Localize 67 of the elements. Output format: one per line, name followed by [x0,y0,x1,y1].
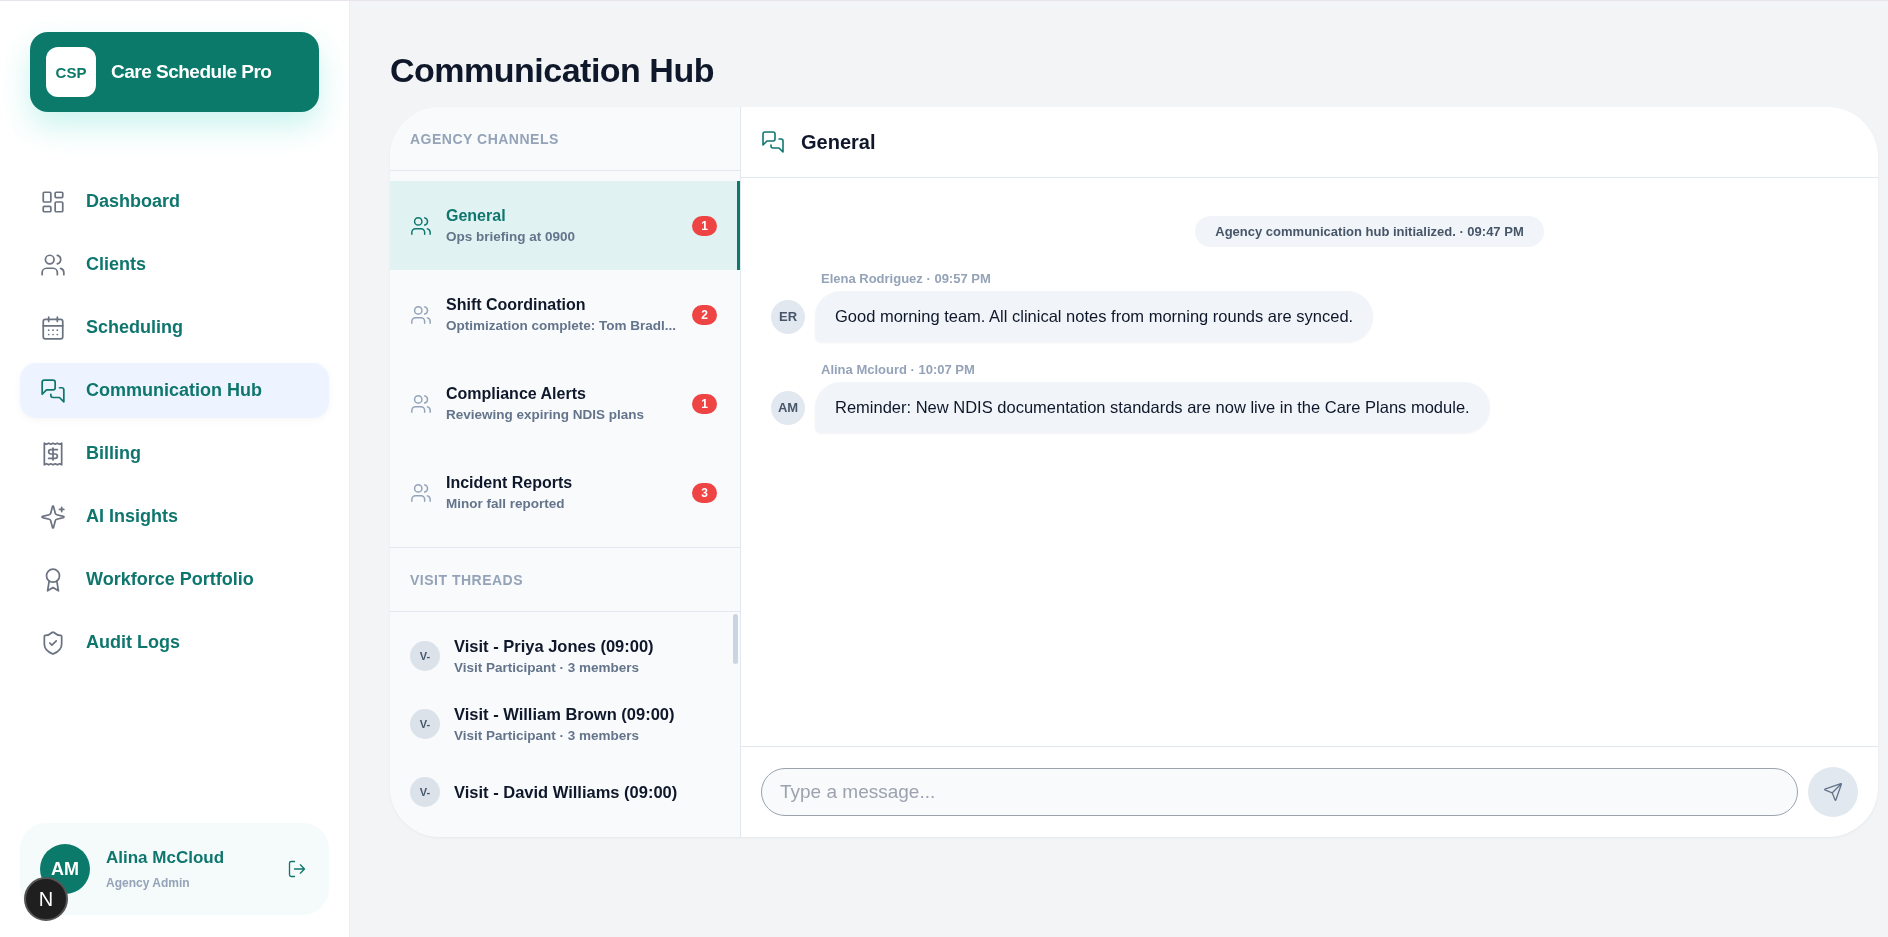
user-name: Alina McCloud [106,848,226,868]
thread-name: Visit - William Brown (09:00) [454,705,675,724]
calendar-icon [40,314,66,341]
shield-check-icon [40,629,66,656]
channel-item[interactable]: General Ops briefing at 0900 1 [390,181,740,270]
message-meta: Alina Mclourd · 10:07 PM [821,362,976,377]
scrollbar[interactable] [733,614,738,664]
logout-icon [287,859,307,879]
channel-name: Shift Coordination [446,296,587,314]
channel-preview: Ops briefing at 0900 [446,229,577,244]
chat-bubbles-icon [40,377,66,404]
channel-preview: Reviewing expiring NDIS plans [446,407,646,422]
message-bubble: Reminder: New NDIS documentation standards are now live in the Care Plans module. [815,382,1490,433]
nav-item[interactable]: Dashboard [20,174,329,229]
channel-item[interactable]: Compliance Alerts Reviewing expiring NDIS plans 1 [390,359,740,448]
thread-name: Visit - David Williams (09:00) [454,782,678,802]
channel-item[interactable]: Incident Reports Minor fall reported 3 [390,448,740,537]
grid-icon [40,188,66,215]
nav-item[interactable]: Scheduling [20,300,329,355]
chat-bubbles-icon [761,130,785,154]
nav-item[interactable]: Clients [20,237,329,292]
thread-item[interactable]: V- Visit - David Williams (09:00) [390,758,740,826]
section-heading: AGENCY CHANNELS [390,107,740,171]
channel-preview: Minor fall reported [446,496,566,511]
sender-avatar: ER [771,299,805,334]
logo-badge: CSP [46,47,96,97]
channel-item[interactable]: Shift Coordination Optimization complete: Tom Bradl... 2 [390,270,740,359]
thread-avatar: V- [410,709,440,739]
section-heading: VISIT THREADS [390,548,740,612]
message-input[interactable]: Type a message... [761,768,1798,816]
page-title: Communication Hub [390,51,715,91]
thread-item[interactable]: V- Visit - Priya Jones (09:00) Visit Participant · 3 members [390,622,740,690]
sparkles-icon [40,503,66,530]
send-icon [1823,782,1843,802]
nav-item[interactable]: Communication Hub [20,363,329,418]
user-role: Agency Admin [106,876,191,890]
users-icon [410,481,432,504]
channel-name: Incident Reports [446,474,574,492]
nav-item[interactable]: AI Insights [20,489,329,544]
app-name: Care Schedule Pro [111,61,272,83]
users-icon [410,214,432,237]
sender-avatar: AM [771,390,805,425]
unread-badge: 1 [692,215,717,236]
thread-avatar: V- [410,641,440,671]
thread-meta: Visit Participant · 3 members [454,660,641,675]
users-icon [40,251,66,278]
receipt-dollar-icon [40,440,66,467]
thread-avatar: V- [410,777,440,807]
thread-name: Visit - Priya Jones (09:00) [454,637,654,656]
users-icon [410,303,432,326]
nav-item[interactable]: Billing [20,426,329,481]
channel-preview: Optimization complete: Tom Bradl... [446,318,677,333]
nav-item[interactable]: Workforce Portfolio [20,552,329,607]
unread-badge: 1 [692,393,717,414]
unread-badge: 3 [692,482,717,503]
users-icon [410,392,432,415]
send-button[interactable] [1808,767,1858,817]
channel-title: General [801,130,876,154]
thread-item[interactable]: V- Visit - William Brown (09:00) Visit Participant · 3 members [390,690,740,758]
nav-item[interactable]: Audit Logs [20,615,329,670]
message-bubble: Good morning team. All clinical notes from morning rounds are synced. [815,291,1374,342]
unread-badge: 2 [692,304,717,325]
message-meta: Elena Rodriguez · 09:57 PM [821,271,992,286]
system-message: Agency communication hub initialized. · 09:47 PM [1195,216,1544,247]
channel-name: Compliance Alerts [446,385,587,403]
thread-meta: Visit Participant · 3 members [454,728,641,743]
channel-name: General [446,207,507,225]
